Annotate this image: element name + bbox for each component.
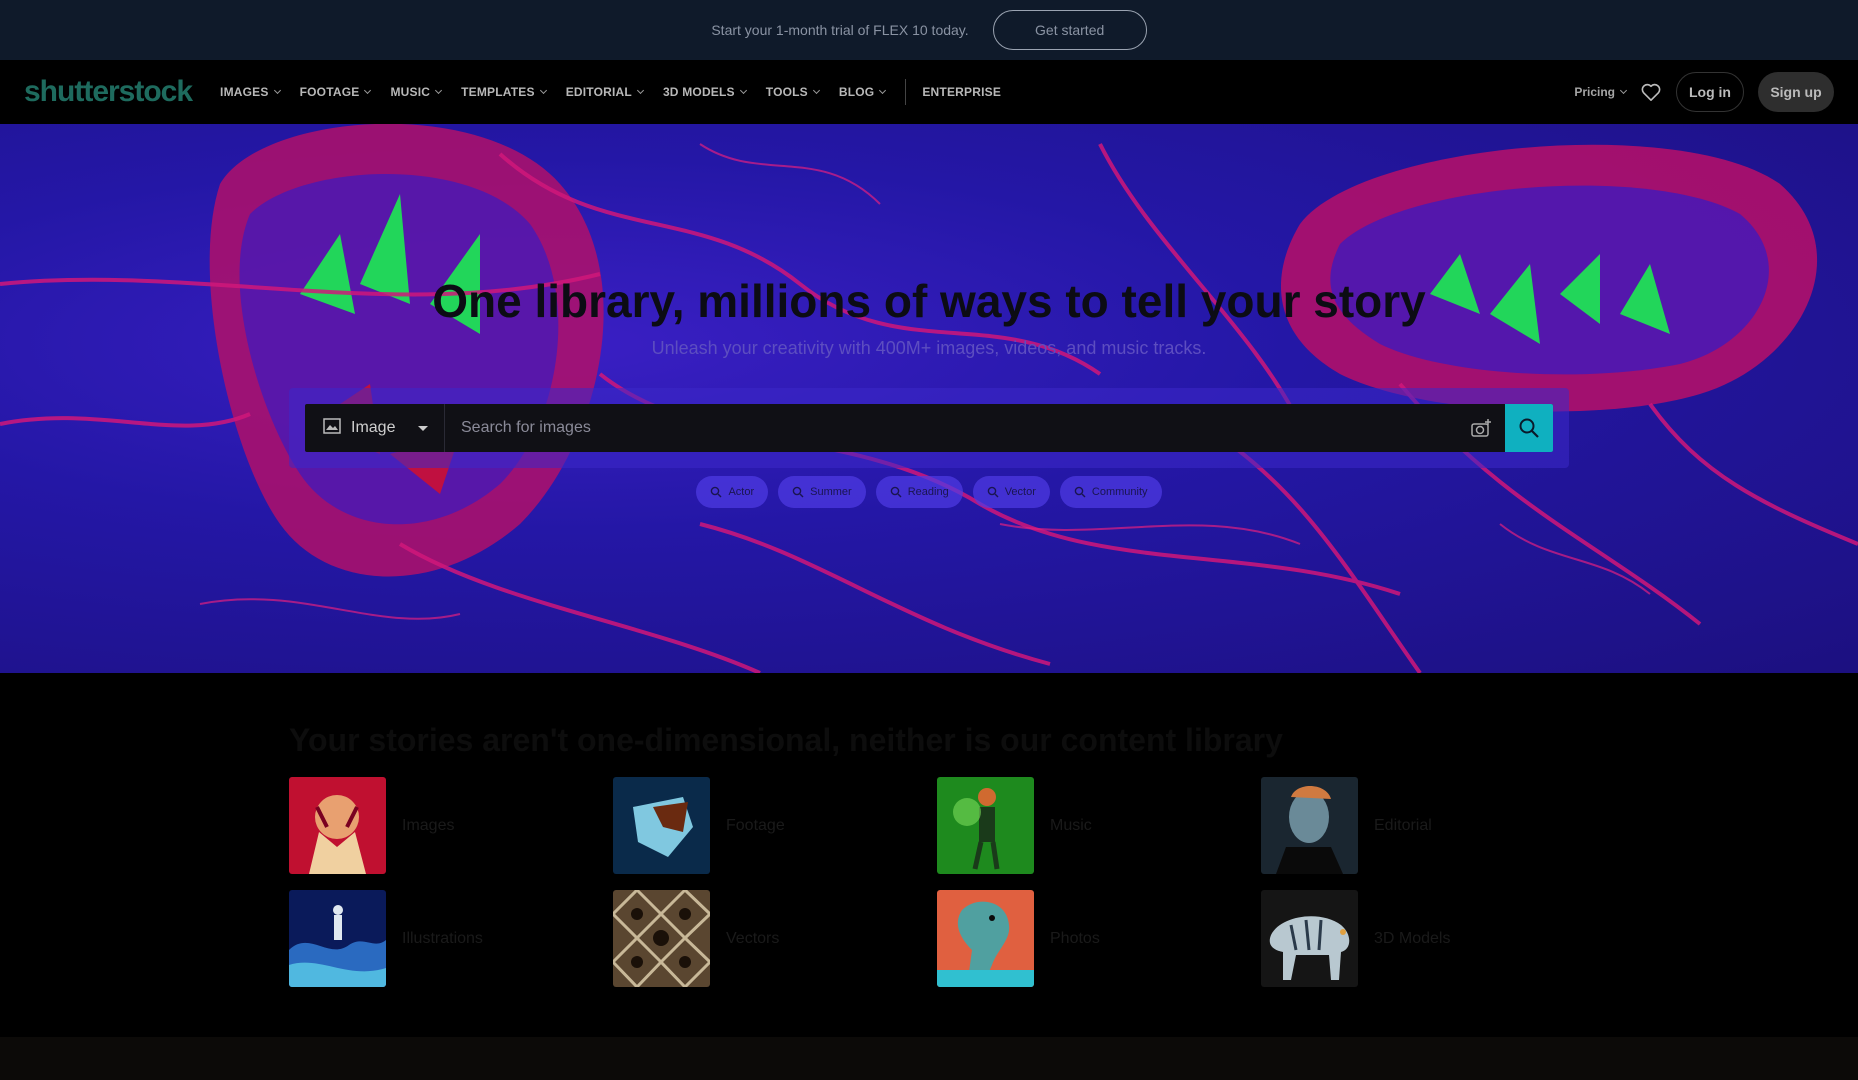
thumbnail <box>937 777 1034 874</box>
chevron-down-icon <box>435 86 443 95</box>
chevron-down-icon <box>273 86 281 95</box>
category-music[interactable]: Music <box>937 777 1261 874</box>
search-panel: Image <box>289 388 1569 468</box>
chevron-down-icon <box>539 86 547 95</box>
chip-community[interactable]: Community <box>1059 476 1162 508</box>
login-button[interactable]: Log in <box>1676 72 1744 112</box>
suggestion-chips: Actor Summer Reading Vector Community <box>0 476 1858 508</box>
search-icon <box>1519 418 1539 438</box>
signup-button[interactable]: Sign up <box>1758 72 1834 112</box>
category-grid: Images Footage Music Editorial Illustrat… <box>289 777 1569 987</box>
hero-subtitle: Unleash your creativity with 400M+ image… <box>651 338 1207 358</box>
chevron-down-icon <box>812 86 820 95</box>
category-label: Footage <box>726 816 785 834</box>
hero-section: One library, millions of ways to tell yo… <box>0 124 1858 673</box>
media-type-select[interactable]: Image <box>305 404 445 452</box>
chevron-down-icon <box>739 86 747 95</box>
search-icon <box>711 486 722 498</box>
category-label: Vectors <box>726 929 780 947</box>
chevron-down-icon <box>364 86 372 95</box>
logo[interactable]: shutterstock <box>24 75 193 109</box>
chip-vector[interactable]: Vector <box>972 476 1050 508</box>
category-label: Illustrations <box>402 929 483 947</box>
search-icon <box>1074 486 1086 498</box>
nav-item-3d-models[interactable]: 3D MODELS <box>663 85 747 99</box>
chip-reading[interactable]: Reading <box>875 476 963 508</box>
thumbnail <box>1261 890 1358 987</box>
category-label: Images <box>402 816 455 834</box>
search-button[interactable] <box>1505 404 1553 452</box>
category-3d-models[interactable]: 3D Models <box>1261 890 1585 987</box>
category-illustrations[interactable]: Illustrations <box>289 890 613 987</box>
heart-icon[interactable] <box>1640 82 1662 102</box>
category-label: Editorial <box>1374 816 1432 834</box>
nav-divider <box>905 79 907 105</box>
category-label: Music <box>1050 816 1092 834</box>
promo-text: Start your 1-month trial of FLEX 10 toda… <box>711 22 969 38</box>
image-icon <box>323 417 341 439</box>
thumbnail <box>937 890 1034 987</box>
main-nav: shutterstock IMAGES FOOTAGE MUSIC TEMPLA… <box>0 60 1858 124</box>
search-icon <box>890 486 902 498</box>
nav-item-footage[interactable]: FOOTAGE <box>300 85 372 99</box>
category-photos[interactable]: Photos <box>937 890 1261 987</box>
category-images[interactable]: Images <box>289 777 613 874</box>
thumbnail <box>613 777 710 874</box>
media-type-label: Image <box>351 419 396 436</box>
category-editorial[interactable]: Editorial <box>1261 777 1585 874</box>
hero-title: One library, millions of ways to tell yo… <box>432 275 1426 327</box>
nav-item-templates[interactable]: TEMPLATES <box>461 85 547 99</box>
pricing-menu[interactable]: Pricing <box>1574 85 1628 99</box>
category-label: 3D Models <box>1374 929 1451 947</box>
category-vectors[interactable]: Vectors <box>613 890 937 987</box>
search-bar: Image <box>305 404 1553 452</box>
caret-down-icon <box>418 425 428 431</box>
footer-strip <box>0 1037 1858 1080</box>
nav-item-tools[interactable]: TOOLS <box>766 85 820 99</box>
search-input[interactable] <box>445 404 1457 452</box>
thumbnail <box>289 777 386 874</box>
section-title: Your stories aren't one-dimensional, nei… <box>289 722 1283 758</box>
chevron-down-icon <box>636 86 644 95</box>
thumbnail <box>613 890 710 987</box>
thumbnail <box>289 890 386 987</box>
chip-actor[interactable]: Actor <box>696 476 769 508</box>
category-label: Photos <box>1050 929 1100 947</box>
nav-item-editorial[interactable]: EDITORIAL <box>566 85 644 99</box>
nav-menu: IMAGES FOOTAGE MUSIC TEMPLATES EDITORIAL… <box>220 60 1021 124</box>
nav-item-blog[interactable]: BLOG <box>839 85 887 99</box>
chevron-down-icon <box>879 86 887 95</box>
chevron-down-icon <box>1619 86 1628 95</box>
nav-item-images[interactable]: IMAGES <box>220 85 281 99</box>
chip-summer[interactable]: Summer <box>778 476 866 508</box>
promo-bar: Start your 1-month trial of FLEX 10 toda… <box>0 0 1858 60</box>
search-icon <box>987 486 999 498</box>
category-footage[interactable]: Footage <box>613 777 937 874</box>
camera-search-icon[interactable] <box>1457 404 1505 452</box>
nav-item-enterprise[interactable]: ENTERPRISE <box>922 85 1001 99</box>
nav-actions: Pricing Log in Sign up <box>1574 72 1834 112</box>
get-started-button[interactable]: Get started <box>992 10 1147 50</box>
nav-item-music[interactable]: MUSIC <box>390 85 443 99</box>
thumbnail <box>1261 777 1358 874</box>
search-icon <box>792 486 804 498</box>
